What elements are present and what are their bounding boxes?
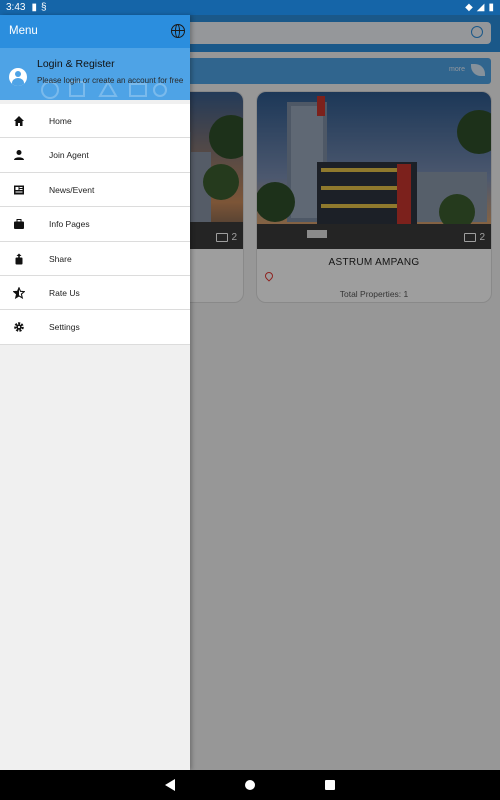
menu-item-share[interactable]: Share (0, 241, 190, 276)
menu-item-join-agent[interactable]: Join Agent (0, 138, 190, 173)
menu-item-label: Settings (49, 322, 80, 333)
share-icon (15, 253, 23, 265)
avatar-icon (9, 68, 27, 86)
sd-card-icon: ▮ (31, 2, 37, 13)
battery-icon: ▮ (488, 2, 494, 13)
menu-item-home[interactable]: Home (0, 104, 190, 139)
menu-item-label: News/Event (49, 184, 95, 195)
menu-item-info-pages[interactable]: Info Pages (0, 207, 190, 242)
system-nav-bar (0, 770, 500, 800)
menu-item-rate-us[interactable]: Rate Us (0, 275, 190, 311)
login-register[interactable]: Login & Register Please login or create … (0, 48, 190, 100)
home-button-icon[interactable] (245, 780, 255, 790)
star-icon (13, 286, 25, 299)
drawer-title: Menu (9, 25, 38, 37)
login-subtitle: Please login or create an account for fr… (37, 76, 184, 85)
navigation-drawer: Menu Login & Register Please login or cr… (0, 15, 190, 770)
menu-item-label: Rate Us (49, 287, 80, 298)
menu-item-label: Info Pages (49, 219, 90, 230)
drawer-header: Menu (0, 15, 190, 48)
drawer-menu: Home Join Agent News/Event Info Pages Sh… (0, 104, 190, 345)
menu-item-label: Share (49, 253, 72, 264)
notification-icon: § (40, 2, 47, 13)
menu-item-settings[interactable]: Settings (0, 310, 190, 345)
newspaper-icon (14, 185, 24, 195)
globe-icon[interactable] (171, 23, 185, 38)
gear-icon (14, 322, 24, 333)
recents-icon[interactable] (325, 780, 335, 790)
back-icon[interactable] (165, 779, 175, 791)
menu-item-label: Home (49, 116, 72, 126)
briefcase-icon (14, 219, 24, 230)
home-icon (14, 116, 24, 126)
login-title: Login & Register (37, 58, 115, 70)
signal-icon: ◢ (476, 2, 485, 13)
status-time: 3:43 (6, 2, 26, 13)
menu-item-news-event[interactable]: News/Event (0, 172, 190, 208)
status-bar: 3:43 ▮ § ◆ ◢ ▮ (0, 0, 500, 15)
person-icon (14, 150, 24, 161)
menu-item-label: Join Agent (49, 150, 89, 161)
wifi-icon: ◆ (465, 2, 473, 13)
